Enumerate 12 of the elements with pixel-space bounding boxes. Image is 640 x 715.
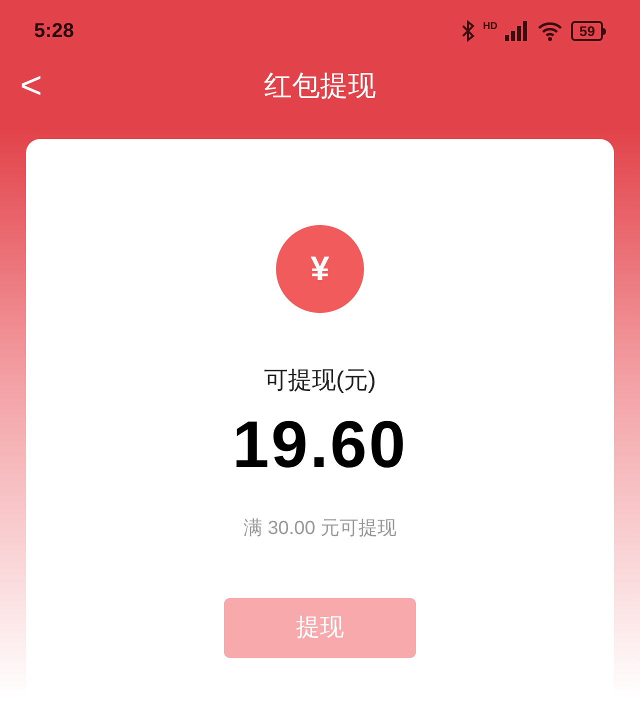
currency-icon: ¥	[276, 225, 364, 313]
balance-label: 可提现(元)	[264, 366, 376, 396]
balance-amount: 19.60	[232, 411, 408, 477]
bluetooth-icon	[460, 20, 475, 42]
signal-icon	[505, 21, 530, 41]
status-time: 5:28	[34, 19, 74, 44]
battery-indicator: 59	[571, 21, 606, 41]
wifi-icon	[537, 21, 564, 41]
network-label: HD	[482, 22, 498, 32]
page-title: 红包提现	[264, 69, 376, 103]
minimum-hint: 满 30.00 元可提现	[243, 517, 397, 541]
back-button[interactable]: <	[20, 67, 42, 105]
